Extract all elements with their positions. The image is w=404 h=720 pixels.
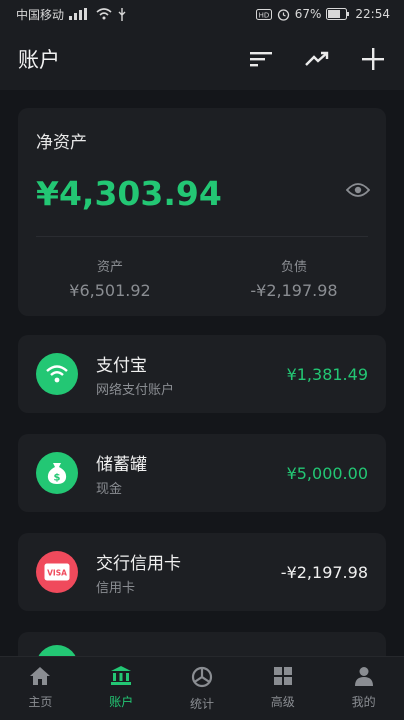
nav-profile[interactable]: 我的 (323, 657, 404, 720)
account-card-piggy-bank[interactable]: $ 储蓄罐 现金 ¥5,000.00 (18, 434, 386, 512)
account-type: 信用卡 (96, 580, 136, 596)
liabilities-label: 负债 (280, 260, 307, 275)
grid-icon (273, 666, 293, 689)
home-icon (29, 666, 51, 689)
person-icon (354, 666, 374, 689)
account-balance: -¥2,197.98 (280, 562, 368, 582)
account-name: 交行信用卡 (96, 553, 181, 574)
net-assets-value: ¥4,303.94 (36, 174, 222, 213)
account-name: 支付宝 (96, 355, 147, 376)
svg-text:HD: HD (258, 11, 269, 19)
net-assets-card[interactable]: 净资产 ¥4,303.94 资产 ¥6,501.92 负债 -¥2,197.98 (18, 108, 386, 316)
nav-label: 高级 (270, 695, 295, 709)
wifi-icon (36, 353, 78, 395)
liabilities-value: -¥2,197.98 (250, 281, 338, 300)
alarm-icon (277, 8, 290, 21)
nav-label: 统计 (189, 697, 214, 711)
account-type: 网络支付账户 (96, 382, 175, 398)
account-name: 储蓄罐 (96, 454, 147, 475)
assets-label: 资产 (96, 260, 123, 275)
nav-accounts[interactable]: 账户 (81, 657, 162, 720)
visa-card-icon: VISA (36, 551, 78, 593)
account-type: 现金 (96, 481, 123, 497)
top-app-bar: 账户 (0, 28, 404, 90)
liabilities-summary: 负债 -¥2,197.98 (202, 256, 386, 300)
bottom-nav: 主页 账户 统计 高级 我的 (0, 656, 404, 720)
assets-summary: 资产 ¥6,501.92 (18, 256, 202, 300)
status-bar: 中国移动 HD 67% 22:54 (0, 0, 404, 28)
wifi-status-icon (96, 8, 112, 20)
battery-percent: 67% (294, 7, 322, 21)
assets-value: ¥6,501.92 (69, 281, 151, 300)
stats-icon (191, 666, 213, 691)
signal-icon (69, 8, 91, 20)
account-card-credit[interactable]: VISA 交行信用卡 信用卡 -¥2,197.98 (18, 533, 386, 611)
carrier-label: 中国移动 (16, 7, 65, 22)
page-title: 账户 (18, 48, 60, 72)
clock-time: 22:54 (355, 7, 390, 21)
nav-label: 我的 (351, 695, 376, 709)
bank-icon (110, 666, 132, 689)
account-balance: ¥1,381.49 (286, 364, 368, 384)
net-assets-label: 净资产 (36, 133, 87, 153)
account-balance: ¥5,000.00 (286, 463, 368, 483)
battery-icon (326, 8, 350, 20)
nav-home[interactable]: 主页 (0, 657, 81, 720)
hd-icon: HD (255, 8, 272, 20)
svg-text:VISA: VISA (47, 569, 67, 578)
nav-stats[interactable]: 统计 (162, 657, 243, 720)
usb-icon (117, 7, 127, 21)
account-card-alipay[interactable]: 支付宝 网络支付账户 ¥1,381.49 (18, 335, 386, 413)
add-icon[interactable] (360, 46, 386, 72)
divider (36, 236, 368, 237)
trend-icon[interactable] (304, 46, 330, 72)
money-bag-icon: $ (36, 452, 78, 494)
eye-icon[interactable] (345, 182, 371, 202)
nav-label: 主页 (28, 695, 53, 709)
sort-icon[interactable] (248, 46, 274, 72)
nav-label: 账户 (109, 695, 134, 709)
svg-text:$: $ (54, 473, 61, 484)
nav-advanced[interactable]: 高级 (242, 657, 323, 720)
